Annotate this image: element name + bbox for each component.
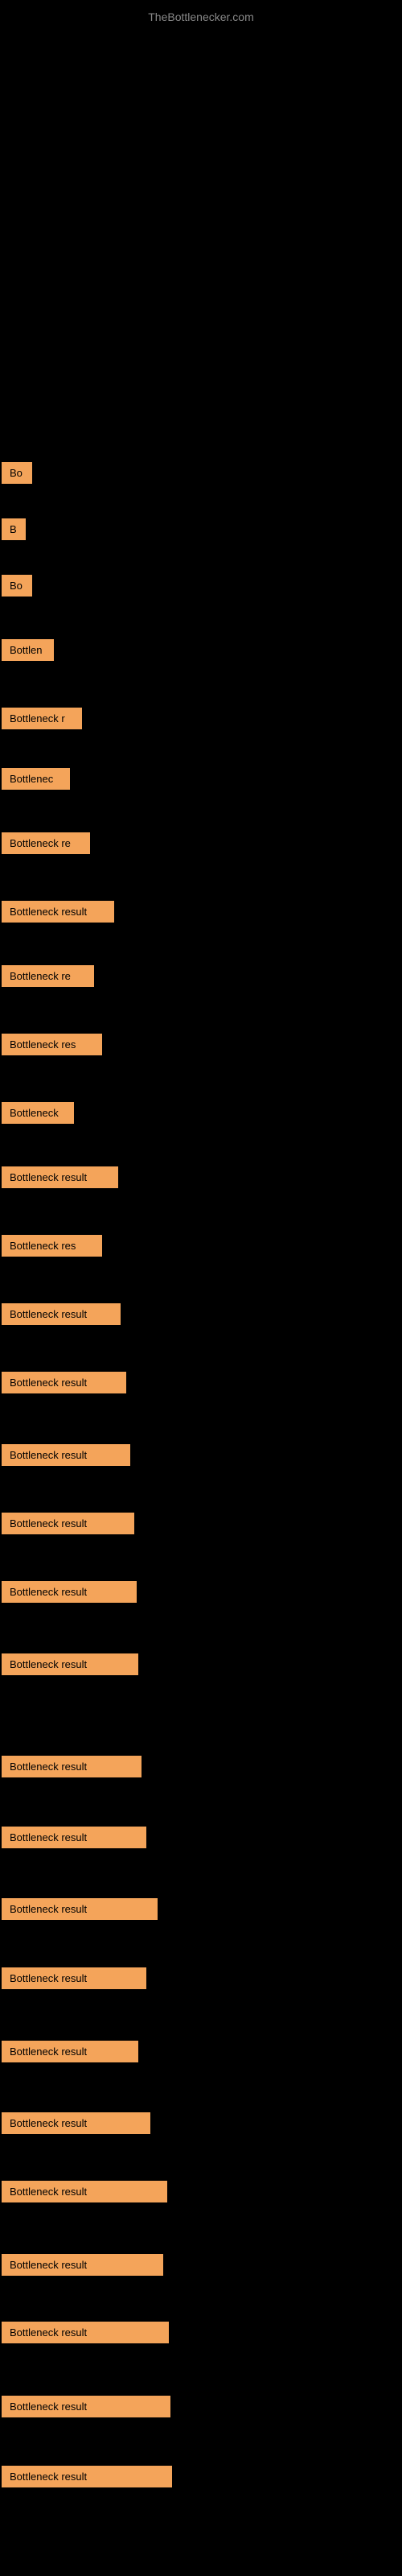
bottleneck-result-item[interactable]: Bottleneck result [2, 2254, 163, 2276]
bottleneck-result-item[interactable]: Bottleneck r [2, 708, 82, 729]
bottleneck-result-item[interactable]: Bottlen [2, 639, 54, 661]
bottleneck-result-item[interactable]: Bottleneck result [2, 1653, 138, 1675]
bottleneck-result-item[interactable]: Bottleneck result [2, 1303, 121, 1325]
bottleneck-result-item[interactable]: Bo [2, 462, 32, 484]
bottleneck-result-item[interactable]: Bottleneck result [2, 1372, 126, 1393]
bottleneck-result-item[interactable]: Bottleneck result [2, 1513, 134, 1534]
bottleneck-result-item[interactable]: Bottleneck re [2, 965, 94, 987]
bottleneck-result-item[interactable]: Bottleneck res [2, 1235, 102, 1257]
bottleneck-result-item[interactable]: Bo [2, 575, 32, 597]
bottleneck-result-item[interactable]: Bottleneck result [2, 1756, 142, 1777]
bottleneck-result-item[interactable]: Bottleneck result [2, 1827, 146, 1848]
bottleneck-result-item[interactable]: Bottlenec [2, 768, 70, 790]
bottleneck-result-item[interactable]: Bottleneck result [2, 1898, 158, 1920]
bottleneck-result-item[interactable]: Bottleneck result [2, 2396, 170, 2417]
bottleneck-result-item[interactable]: Bottleneck [2, 1102, 74, 1124]
bottleneck-result-item[interactable]: Bottleneck result [2, 901, 114, 923]
bottleneck-result-item[interactable]: Bottleneck result [2, 2181, 167, 2202]
bottleneck-result-item[interactable]: Bottleneck res [2, 1034, 102, 1055]
bottleneck-result-item[interactable]: Bottleneck result [2, 2322, 169, 2343]
bottleneck-result-item[interactable]: Bottleneck result [2, 1444, 130, 1466]
bottleneck-result-item[interactable]: Bottleneck re [2, 832, 90, 854]
bottleneck-result-item[interactable]: Bottleneck result [2, 2112, 150, 2134]
site-title: TheBottlenecker.com [0, 4, 402, 30]
bottleneck-result-item[interactable]: Bottleneck result [2, 1166, 118, 1188]
bottleneck-result-item[interactable]: Bottleneck result [2, 1967, 146, 1989]
bottleneck-result-item[interactable]: Bottleneck result [2, 2466, 172, 2487]
bottleneck-result-item[interactable]: Bottleneck result [2, 2041, 138, 2062]
bottleneck-result-item[interactable]: B [2, 518, 26, 540]
bottleneck-result-item[interactable]: Bottleneck result [2, 1581, 137, 1603]
